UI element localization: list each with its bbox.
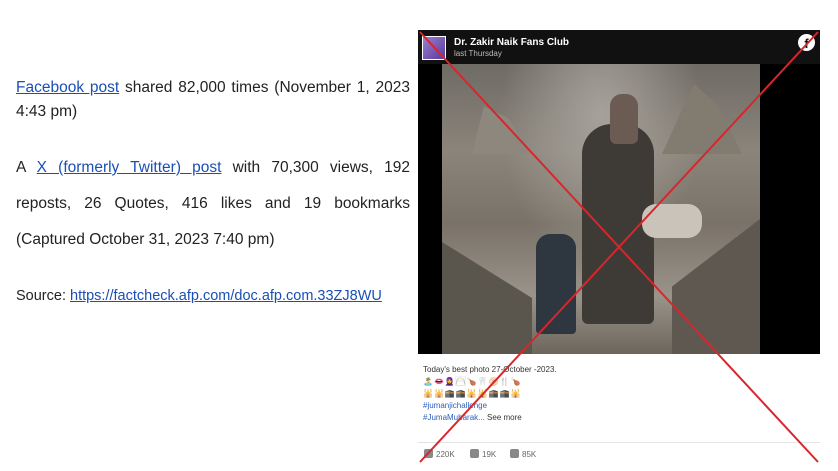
child-figure	[536, 234, 576, 334]
reaction-bar: 220K 19K 85K	[418, 442, 820, 464]
x-post-link[interactable]: X (formerly Twitter) post	[37, 159, 222, 176]
avatar	[422, 36, 446, 60]
like-icon	[424, 449, 433, 458]
likes-count[interactable]: 220K	[424, 449, 455, 459]
child-figure	[642, 204, 702, 238]
paragraph-facebook-post: Facebook post shared 82,000 times (Novem…	[16, 76, 410, 124]
source-label: Source:	[16, 288, 70, 304]
facebook-icon: f	[798, 34, 815, 51]
source-link[interactable]: https://factcheck.afp.com/doc.afp.com.33…	[70, 288, 382, 304]
post-time: last Thursday	[454, 49, 502, 58]
paragraph-x-post: A X (formerly Twitter) post with 70,300 …	[16, 150, 410, 258]
shares-count[interactable]: 85K	[510, 449, 536, 459]
see-more-link[interactable]: See more	[487, 413, 522, 422]
facebook-post-screenshot: Dr. Zakir Naik Fans Club last Thursday f…	[418, 30, 820, 464]
facebook-post-link[interactable]: Facebook post	[16, 79, 119, 96]
share-icon	[510, 449, 519, 458]
comment-icon	[470, 449, 479, 458]
comments-count[interactable]: 19K	[470, 449, 496, 459]
post-caption: Today's best photo 27-October -2023. 🏝️👄…	[423, 364, 813, 424]
page-name: Dr. Zakir Naik Fans Club	[454, 37, 570, 48]
likes-value: 220K	[436, 450, 455, 459]
rubble-shape	[442, 242, 532, 354]
rubble-shape	[472, 106, 532, 154]
rubble-shape	[662, 84, 742, 154]
caption-text: Today's best photo 27-October -2023.	[423, 365, 557, 374]
post-header: Dr. Zakir Naik Fans Club last Thursday f	[418, 30, 820, 64]
comments-value: 19K	[482, 450, 497, 459]
x-post-prefix: A	[16, 159, 37, 176]
post-photo	[442, 64, 760, 354]
hashtag[interactable]: #jumanjichallenge	[423, 400, 813, 412]
post-photo-frame	[418, 64, 820, 354]
hashtag[interactable]: #JumaMubarak...	[423, 413, 485, 422]
child-figure	[610, 94, 638, 144]
emoji-row: 🏝️👄🧕🦳🍗🦷🫓🍴🍗	[423, 377, 522, 386]
source-line: Source: https://factcheck.afp.com/doc.af…	[16, 284, 410, 308]
shares-value: 85K	[522, 450, 537, 459]
emoji-row: 🕌🕌🕋🕋🕌🕌🕋🕋🕌	[423, 389, 522, 398]
